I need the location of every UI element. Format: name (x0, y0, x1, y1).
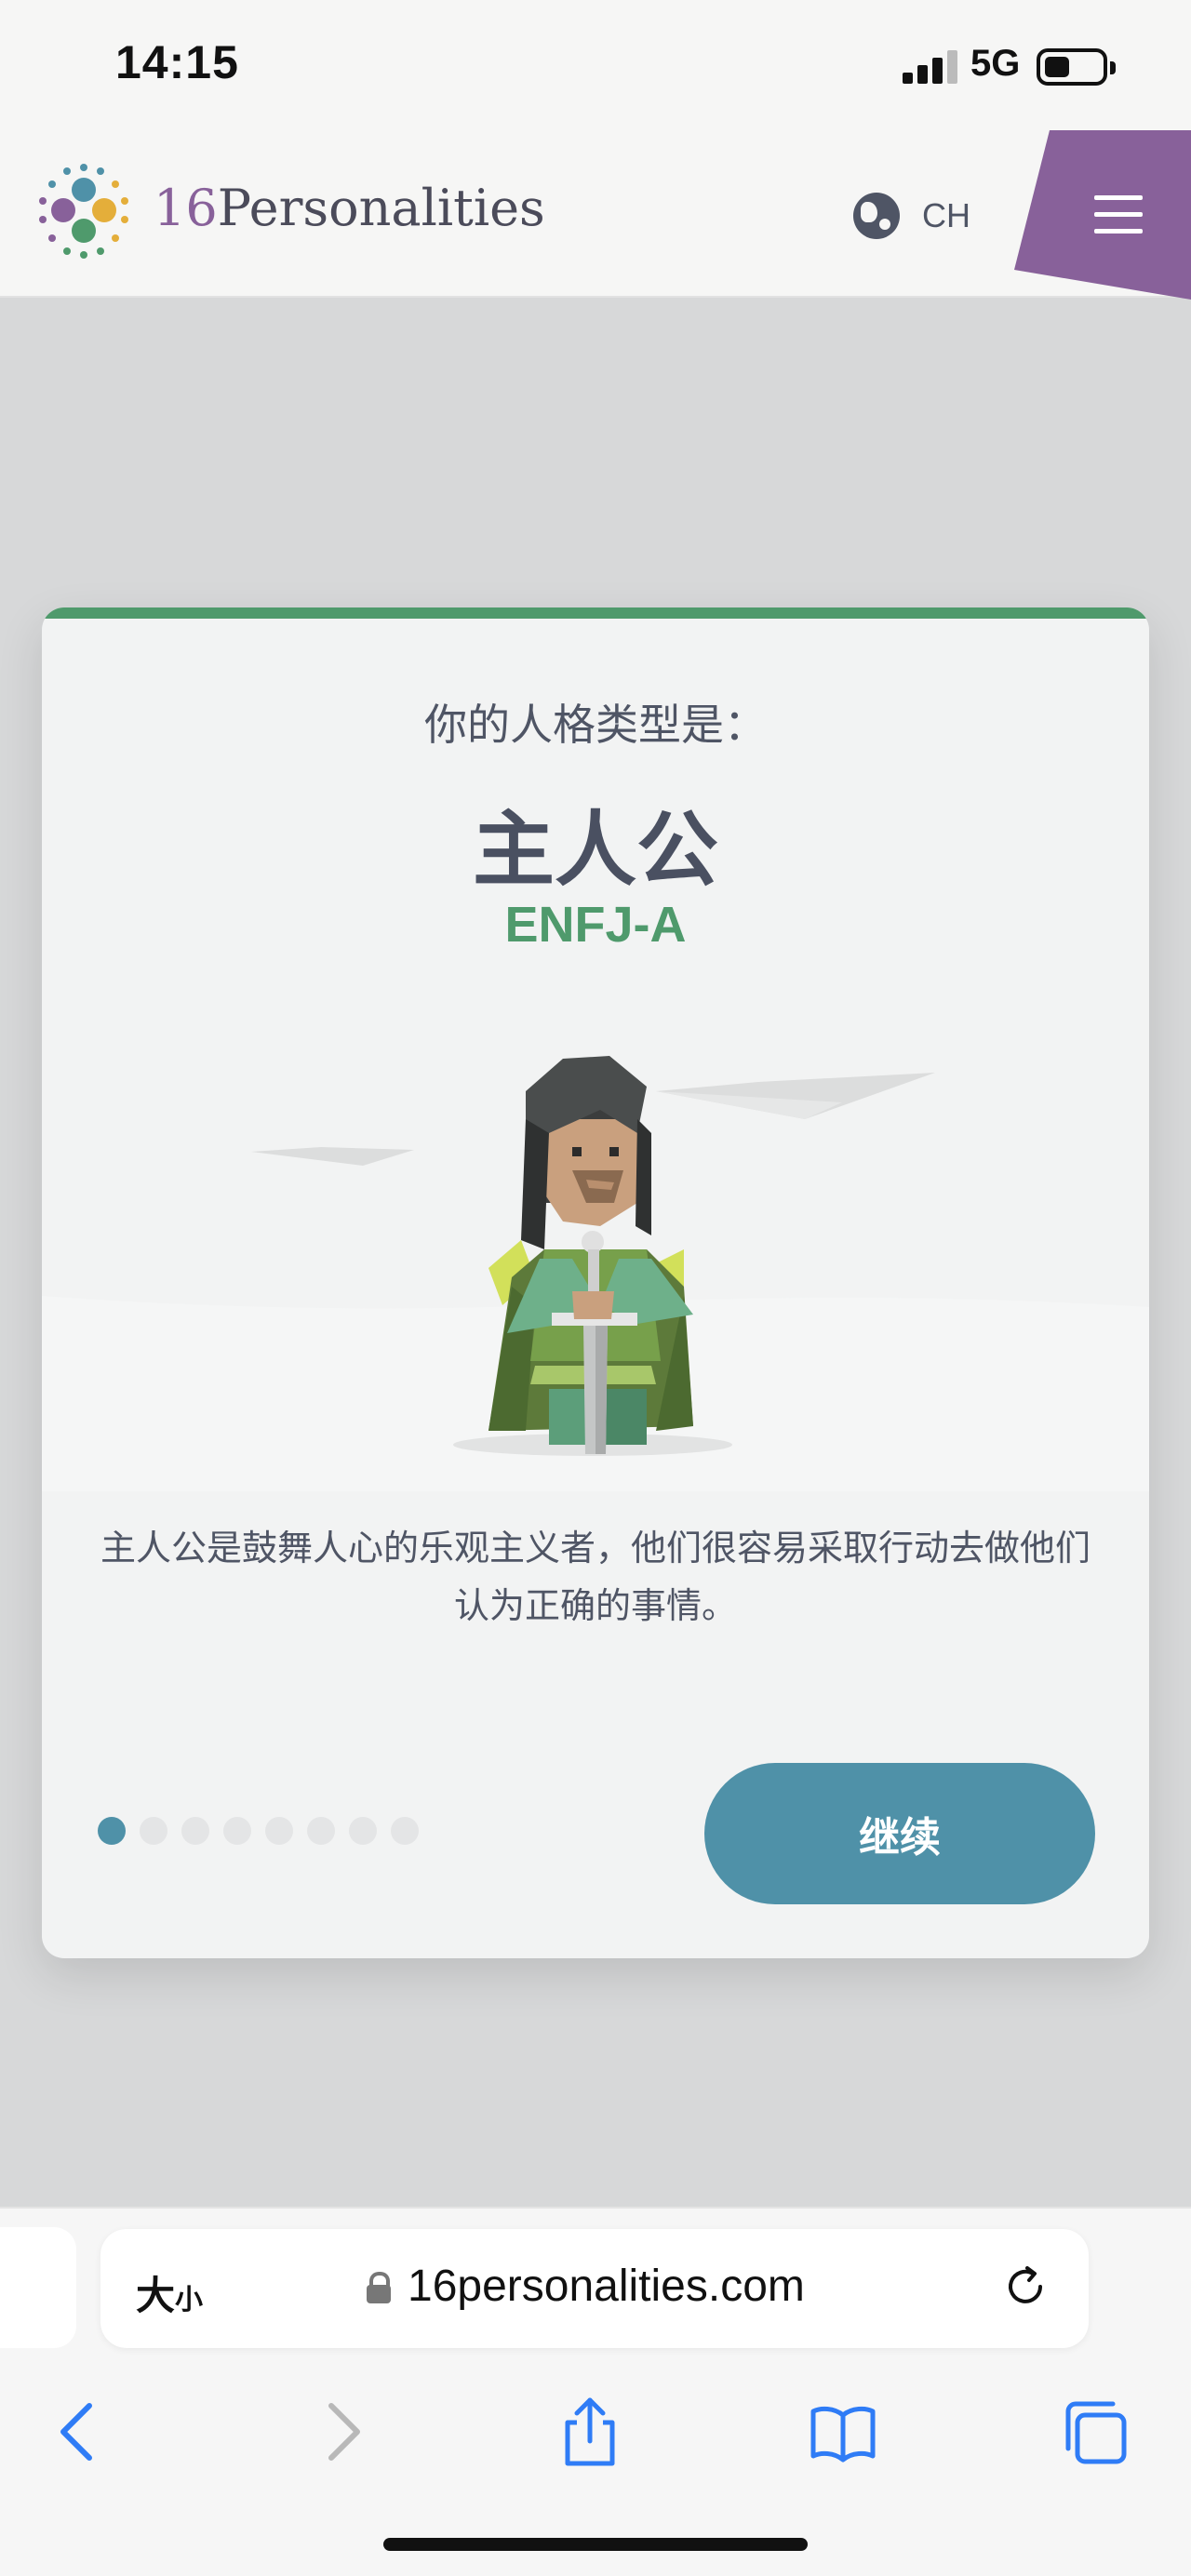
battery-icon (1037, 48, 1116, 86)
status-bar: 14:15 5G (0, 0, 1191, 130)
pagination-dot (223, 1817, 251, 1845)
home-indicator (383, 2538, 808, 2551)
text-size-big: 大 (136, 2273, 176, 2318)
back-icon[interactable] (43, 2395, 117, 2469)
lock-icon (367, 2272, 391, 2303)
pagination-dot (349, 1817, 377, 1845)
url-text: 16personalities.com (408, 2262, 805, 2311)
pagination-dot (181, 1817, 209, 1845)
tabs-icon[interactable] (1059, 2395, 1133, 2469)
logo-wordmark[interactable]: 16Personalities (154, 179, 545, 237)
menu-button[interactable] (1014, 130, 1191, 300)
language-switcher[interactable]: CH (853, 193, 970, 239)
continue-button[interactable]: 继续 (704, 1763, 1095, 1904)
text-size-button[interactable]: 大小 (136, 2264, 203, 2321)
type-description: 主人公是鼓舞人心的乐观主义者，他们很容易采取行动去做他们认为正确的事情。 (100, 1528, 1091, 1626)
clock: 14:15 (115, 36, 239, 88)
personality-type-code: ENFJ-A (504, 897, 687, 953)
browser-bottom-bar: 大小 16personalities.com (0, 2207, 1191, 2576)
hamburger-menu-icon (1094, 195, 1143, 234)
logo-word: Personalities (217, 179, 545, 237)
pagination-dot (98, 1817, 126, 1845)
card-accent-bar (42, 607, 1149, 619)
cellular-signal-icon (903, 50, 960, 84)
protagonist-illustration (42, 1056, 1149, 1491)
language-label: CH (922, 196, 970, 234)
pagination-dot (307, 1817, 335, 1845)
logo-number: 16 (154, 179, 218, 237)
previous-tab-preview[interactable] (0, 2227, 76, 2348)
network-type: 5G (970, 43, 1021, 84)
pagination-dot (140, 1817, 167, 1845)
address-bar[interactable]: 大小 16personalities.com (100, 2229, 1089, 2348)
forward-icon[interactable] (303, 2395, 378, 2469)
pagination-dot (265, 1817, 293, 1845)
pagination-dot (391, 1817, 419, 1845)
globe-icon (853, 193, 900, 239)
text-size-small: 小 (175, 2284, 204, 2316)
pagination-dots (98, 1817, 419, 1845)
logo-icon[interactable] (30, 158, 141, 270)
card-heading: 你的人格类型是： (424, 700, 767, 750)
result-card: 你的人格类型是： 主人公 ENFJ-A 主人公是鼓舞人心的乐观主义者，他们很容易… (42, 607, 1149, 1958)
personality-type-name: 主人公 (472, 802, 718, 898)
share-icon[interactable] (553, 2395, 627, 2469)
reload-icon[interactable] (999, 2261, 1051, 2313)
site-header: 16Personalities CH (0, 130, 1191, 300)
bookmarks-icon[interactable] (806, 2395, 880, 2469)
